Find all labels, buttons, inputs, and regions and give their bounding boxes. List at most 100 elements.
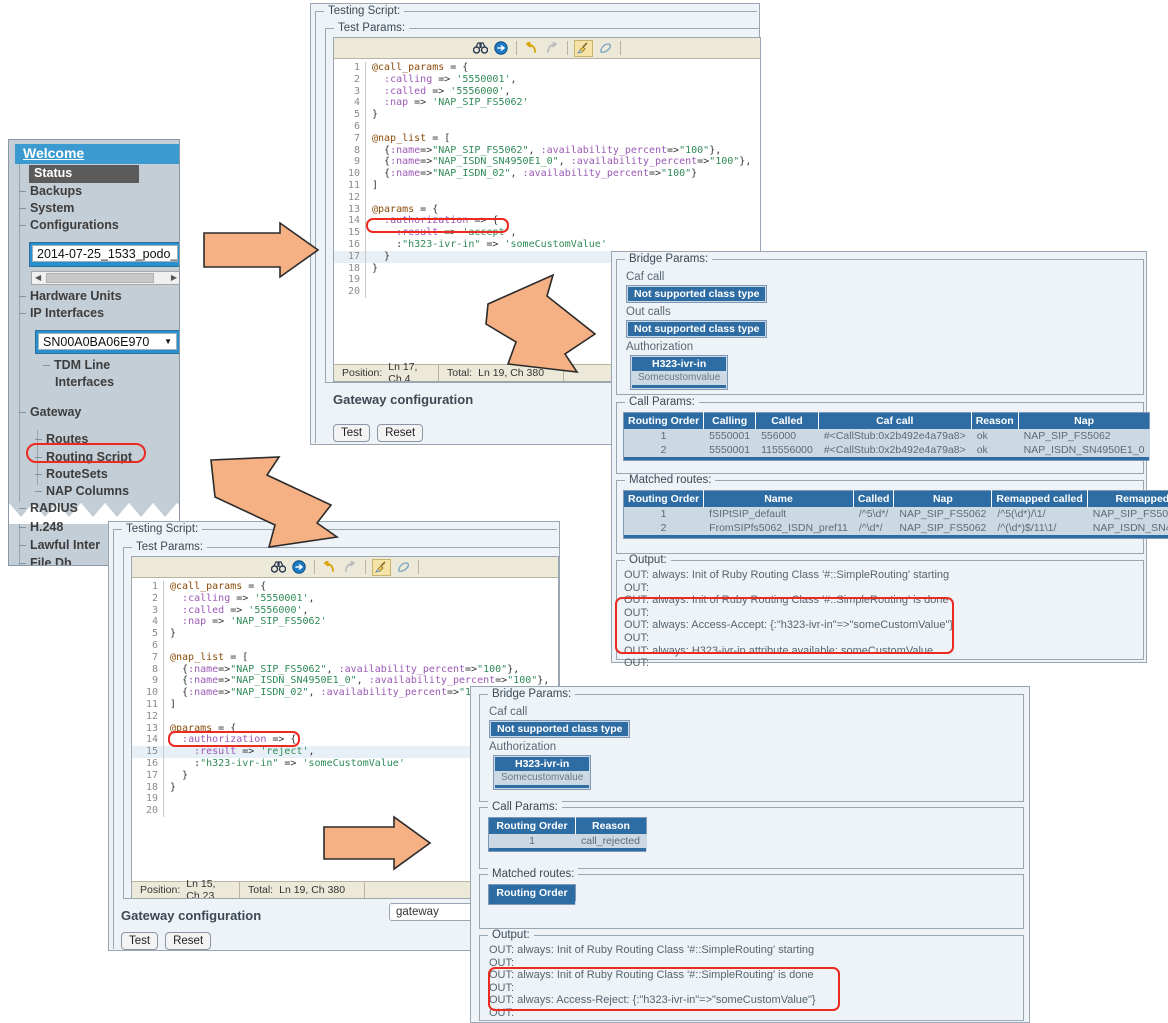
- eraser-icon[interactable]: [395, 560, 412, 575]
- line-number: 16: [132, 757, 164, 770]
- configuration-select[interactable]: 2014-07-25_1533_podo_lab: [29, 242, 179, 267]
- column-header[interactable]: Reason: [971, 412, 1019, 429]
- matched-routes-table-wrap: Routing Order Name Called Nap Remapped calle…: [623, 490, 1168, 539]
- scroll-right-icon[interactable]: ▶: [171, 273, 177, 283]
- sidebar-item-interfaces[interactable]: Interfaces: [55, 375, 114, 392]
- authorization-chip-2: H323-ivr-in Somecustomvalue: [493, 755, 592, 790]
- sidebar-item-label: RADIUS: [29, 501, 78, 515]
- binoculars-icon[interactable]: [270, 560, 287, 575]
- column-header[interactable]: Reason: [575, 817, 647, 834]
- goto-icon[interactable]: [291, 560, 308, 575]
- test-button[interactable]: Test: [333, 424, 371, 442]
- out-calls-label: Out calls: [626, 306, 671, 318]
- editor-toolbar: [334, 38, 760, 59]
- sidebar-item-system[interactable]: – System: [19, 201, 74, 218]
- sidebar-item-tdm-line[interactable]: – TDM Line: [43, 358, 110, 375]
- gateway-configuration-title: Gateway configuration: [333, 392, 474, 407]
- reset-button-2[interactable]: Reset: [165, 932, 212, 950]
- reset-button[interactable]: Reset: [377, 424, 424, 442]
- code-line: 1 @call_params = {: [334, 62, 760, 74]
- node-select-value: SN00A0BA06E970: [43, 334, 150, 349]
- scrollbar-thumb[interactable]: [46, 273, 154, 283]
- editor-toolbar-2: [132, 557, 558, 578]
- sidebar-item-lawful-intercept[interactable]: – Lawful Inter: [19, 538, 100, 555]
- output-line: OUT:: [624, 631, 650, 644]
- code-text: :calling => '5550001',: [182, 592, 315, 604]
- scroll-left-icon[interactable]: ◀: [35, 273, 41, 283]
- sidebar-item-hardware-units[interactable]: – Hardware Units: [19, 289, 122, 306]
- test-button-2[interactable]: Test: [121, 932, 159, 950]
- matched-routes-table-2[interactable]: Routing Order: [488, 884, 576, 905]
- column-header[interactable]: Remapped called: [991, 490, 1088, 507]
- test-params-group-label-2: Test Params:: [132, 541, 208, 553]
- line-number: 18: [132, 781, 164, 794]
- column-header[interactable]: Nap: [1018, 412, 1150, 429]
- output-line: OUT:: [489, 981, 515, 994]
- undo-icon[interactable]: [321, 560, 338, 575]
- table-row[interactable]: 1 call_rejected: [488, 834, 647, 848]
- column-header[interactable]: Nap: [893, 490, 993, 507]
- sidebar-item-label: Routing Script: [45, 450, 133, 464]
- sidebar-item-label: IP Interfaces: [29, 306, 105, 320]
- call-params-table[interactable]: Routing Order Calling Called Caf call Reason…: [623, 412, 1151, 461]
- action-buttons: Test Reset: [333, 424, 424, 442]
- goto-icon[interactable]: [493, 41, 510, 56]
- sidebar-item-ip-interfaces[interactable]: – IP Interfaces: [19, 306, 104, 323]
- column-header[interactable]: Name: [703, 490, 854, 507]
- code-line: 13 @params = {: [334, 203, 760, 216]
- table-row[interactable]: 1 5550001 556000 #<CallStub:0x2b492e4a79a8>…: [623, 429, 1151, 443]
- broom-icon[interactable]: [371, 558, 391, 576]
- sidebar-item-status[interactable]: Status: [29, 165, 139, 183]
- sidebar-item-nap-columns[interactable]: – NAP Columns: [35, 484, 129, 501]
- code-line: 12: [334, 191, 760, 204]
- output-line: OUT:: [624, 606, 650, 619]
- code-text: :called => '5556000',: [182, 604, 309, 616]
- sidebar-item-routesets[interactable]: – RouteSets: [35, 467, 108, 484]
- redo-icon[interactable]: [342, 560, 359, 575]
- column-header[interactable]: Called: [755, 412, 819, 429]
- line-number: 19: [132, 793, 164, 806]
- sidebar-item-file-db[interactable]: – File Db: [19, 556, 72, 565]
- sidebar-item-routing-script[interactable]: – Routing Script: [35, 450, 132, 467]
- column-header[interactable]: Routing Order: [623, 412, 705, 429]
- sidebar-item-configurations[interactable]: – Configurations: [19, 218, 119, 235]
- sidebar-item-backups[interactable]: – Backups: [19, 184, 82, 201]
- column-header[interactable]: Caf call: [818, 412, 972, 429]
- sidebar-item-h248[interactable]: – H.248: [19, 520, 63, 537]
- undo-icon[interactable]: [523, 41, 540, 56]
- code-line: 3 :called => '5556000',: [334, 85, 760, 98]
- line-number: 3: [334, 85, 366, 98]
- binoculars-icon[interactable]: [472, 41, 489, 56]
- annotation-arrow-right-2: [323, 815, 432, 871]
- chevron-down-icon[interactable]: ▼: [164, 337, 172, 346]
- sidebar-item-radius[interactable]: – RADIUS: [19, 501, 78, 518]
- column-header[interactable]: Called: [853, 490, 895, 507]
- column-header[interactable]: Remapped nap: [1087, 490, 1168, 507]
- broom-icon[interactable]: [573, 39, 593, 57]
- column-header[interactable]: Routing Order: [488, 884, 576, 901]
- table-row[interactable]: 1 fSIPtSIP_default/^5\d*/NAP_SIP_FS5062/^…: [623, 507, 1168, 521]
- matched-routes-table[interactable]: Routing Order Name Called Nap Remapped calle…: [623, 490, 1168, 539]
- eraser-icon[interactable]: [597, 41, 614, 56]
- line-number: 18: [334, 262, 366, 275]
- redo-icon[interactable]: [544, 41, 561, 56]
- table-row[interactable]: 2 FromSIPfs5062_ISDN_pref11/^\d*/NAP_SIP_…: [623, 521, 1168, 535]
- sidebar-item-routes[interactable]: – Routes: [35, 432, 88, 449]
- code-text: :calling => '5550001',: [384, 73, 517, 85]
- sidebar-item-gateway[interactable]: – Gateway: [19, 405, 81, 422]
- table-row[interactable]: 2 5550001 115556000 #<CallStub:0x2b492e4a79…: [623, 443, 1151, 457]
- call-params-table-wrap: Routing Order Calling Called Caf call Reason…: [623, 412, 1151, 461]
- call-params-table-2[interactable]: Routing Order Reason 1 call_rejected: [488, 817, 647, 852]
- node-select[interactable]: SN00A0BA06E970 ▼: [35, 330, 179, 354]
- authorization-value-2: Somecustomvalue: [501, 772, 584, 783]
- sidebar-item-welcome[interactable]: Welcome: [15, 144, 179, 164]
- configuration-select-value: 2014-07-25_1533_podo_lab: [32, 245, 178, 262]
- column-header[interactable]: Calling: [703, 412, 757, 429]
- code-text: @call_params = {: [372, 62, 469, 73]
- output-line: OUT: always: Access-Reject: {:"h323-ivr-…: [489, 994, 816, 1007]
- configuration-hscrollbar[interactable]: ◀ ▶: [31, 271, 179, 285]
- column-header[interactable]: Routing Order: [623, 490, 705, 507]
- output-label-2: Output:: [488, 929, 534, 941]
- column-header[interactable]: Routing Order: [488, 817, 576, 834]
- code-text: {:name=>"NAP_ISDN_SN4950E1_0", :availabi…: [372, 156, 752, 168]
